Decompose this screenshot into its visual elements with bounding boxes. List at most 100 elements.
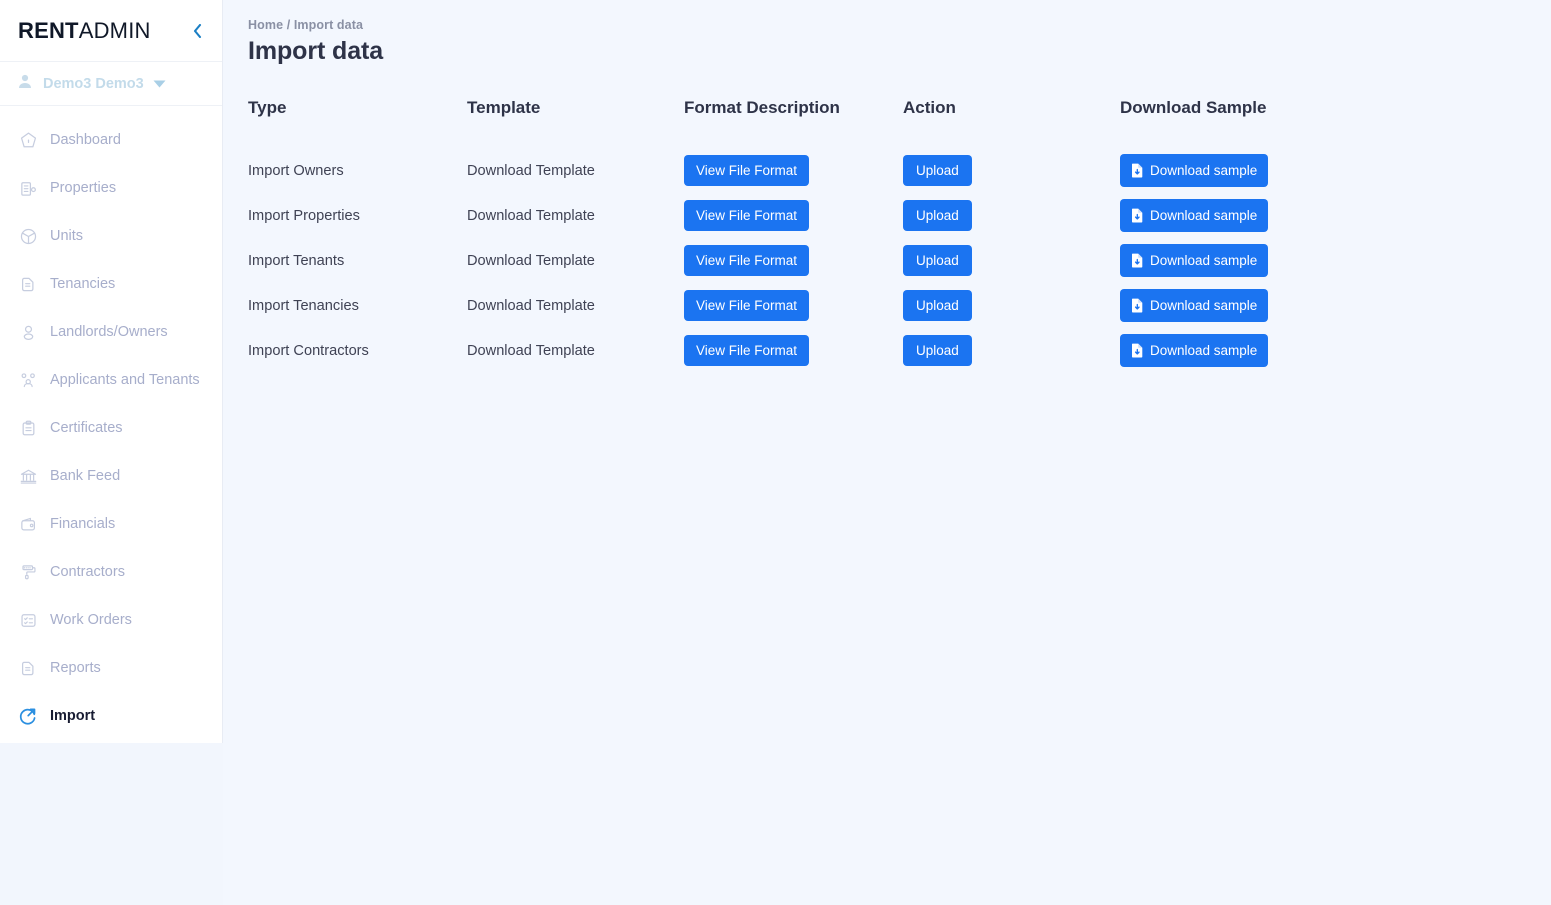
view-file-format-button[interactable]: View File Format	[684, 244, 810, 277]
download-sample-button[interactable]: Download sample	[1120, 334, 1269, 367]
sidebar-item-label: Certificates	[50, 420, 123, 436]
sidebar-item-label: Tenancies	[50, 276, 116, 292]
cell-action: Upload	[903, 289, 1120, 334]
sidebar-item-certificates[interactable]: Certificates	[0, 404, 222, 452]
sidebar-item-import[interactable]: Import	[0, 692, 222, 740]
sidebar-item-landlords-owners[interactable]: Landlords/Owners	[0, 308, 222, 356]
view-file-format-button[interactable]: View File Format	[684, 334, 810, 367]
bank-icon	[18, 466, 38, 486]
chevron-left-icon[interactable]	[186, 20, 208, 42]
cell-template: Download Template	[467, 289, 684, 334]
cell-download-sample: Download sample	[1120, 244, 1308, 289]
cell-action: Upload	[903, 154, 1120, 199]
app-root: RENTADMIN Demo3 Demo3 Dashboard Properti…	[0, 0, 1551, 905]
table-row: Import Properties Download Template View…	[248, 199, 1308, 244]
download-sample-button[interactable]: Download sample	[1120, 244, 1269, 277]
wallet-icon	[18, 514, 38, 534]
table-row: Import Tenants Download Template View Fi…	[248, 244, 1308, 289]
sidebar-item-label: Financials	[50, 516, 116, 532]
sidebar-item-contractors[interactable]: Contractors	[0, 548, 222, 596]
cell-template: Download Template	[467, 154, 684, 199]
upload-button[interactable]: Upload	[903, 199, 972, 232]
brand-logo[interactable]: RENTADMIN	[18, 18, 151, 44]
download-sample-label: Download sample	[1150, 297, 1258, 313]
sidebar-item-label: Units	[50, 228, 84, 244]
download-sample-label: Download sample	[1150, 252, 1258, 268]
sidebar-item-properties[interactable]: Properties	[0, 164, 222, 212]
column-header-template: Template	[467, 98, 541, 117]
upload-button[interactable]: Upload	[903, 289, 972, 322]
sidebar-header: RENTADMIN	[0, 0, 222, 62]
cell-template: Download Template	[467, 244, 684, 289]
download-template-link[interactable]: Download Template	[467, 208, 595, 224]
import-arrow-icon	[18, 706, 38, 726]
paint-roller-icon	[18, 562, 38, 582]
file-download-icon	[1131, 208, 1144, 223]
sidebar-item-reports[interactable]: Reports	[0, 644, 222, 692]
download-sample-button[interactable]: Download sample	[1120, 199, 1269, 232]
sidebar: RENTADMIN Demo3 Demo3 Dashboard Properti…	[0, 0, 223, 743]
download-template-link[interactable]: Download Template	[467, 298, 595, 314]
download-template-link[interactable]: Download Template	[467, 163, 595, 179]
breadcrumb[interactable]: Home / Import data	[248, 18, 1525, 32]
upload-button[interactable]: Upload	[903, 154, 972, 187]
cell-download-sample: Download sample	[1120, 199, 1308, 244]
download-sample-button[interactable]: Download sample	[1120, 289, 1269, 322]
upload-button[interactable]: Upload	[903, 244, 972, 277]
user-name-label: Demo3 Demo3	[43, 75, 144, 92]
view-file-format-button[interactable]: View File Format	[684, 289, 810, 322]
sidebar-item-work-orders[interactable]: Work Orders	[0, 596, 222, 644]
table-row: Import Contractors Download Template Vie…	[248, 334, 1308, 379]
file-download-icon	[1131, 253, 1144, 268]
cell-action: Upload	[903, 334, 1120, 379]
sidebar-item-units[interactable]: Units	[0, 212, 222, 260]
view-file-format-button[interactable]: View File Format	[684, 154, 810, 187]
cell-download-sample: Download sample	[1120, 289, 1308, 334]
column-header-action: Action	[903, 98, 956, 117]
sidebar-item-label: Work Orders	[50, 612, 132, 628]
page-title: Import data	[248, 37, 384, 65]
sidebar-item-financials[interactable]: Financials	[0, 500, 222, 548]
cell-type: Import Tenancies	[248, 289, 467, 334]
sidebar-item-tenancies[interactable]: Tenancies	[0, 260, 222, 308]
sidebar-item-label: Import	[50, 708, 96, 724]
cell-template: Download Template	[467, 334, 684, 379]
caret-down-icon	[153, 80, 166, 88]
cell-type: Import Properties	[248, 199, 467, 244]
table-body: Import Owners Download Template View Fil…	[248, 154, 1308, 379]
table-header: Type Template Format Description Action …	[248, 98, 1308, 154]
import-type-label: Import Owners	[248, 162, 344, 179]
users-group-icon	[18, 370, 38, 390]
sidebar-item-bank-feed[interactable]: Bank Feed	[0, 452, 222, 500]
sidebar-item-label: Applicants and Tenants	[50, 372, 200, 388]
brand-logo-bold: RENT	[18, 17, 79, 43]
sidebar-item-label: Landlords/Owners	[50, 324, 168, 340]
download-sample-button[interactable]: Download sample	[1120, 154, 1269, 187]
download-template-link[interactable]: Download Template	[467, 253, 595, 269]
cell-format-description: View File Format	[684, 199, 903, 244]
home-pentagon-icon	[18, 130, 38, 150]
file-download-icon	[1131, 298, 1144, 313]
sidebar-item-dashboard[interactable]: Dashboard	[0, 116, 222, 164]
table-header-row: Type Template Format Description Action …	[248, 98, 1308, 154]
sidebar-item-applicants-and-tenants[interactable]: Applicants and Tenants	[0, 356, 222, 404]
user-menu[interactable]: Demo3 Demo3	[0, 62, 222, 106]
import-type-label: Import Tenancies	[248, 297, 359, 314]
download-template-link[interactable]: Download Template	[467, 343, 595, 359]
upload-button[interactable]: Upload	[903, 334, 972, 367]
task-list-icon	[18, 610, 38, 630]
user-icon	[18, 322, 38, 342]
cell-format-description: View File Format	[684, 244, 903, 289]
view-file-format-button[interactable]: View File Format	[684, 199, 810, 232]
download-sample-label: Download sample	[1150, 342, 1258, 358]
table-row: Import Owners Download Template View Fil…	[248, 154, 1308, 199]
cell-format-description: View File Format	[684, 289, 903, 334]
sidebar-item-label: Properties	[50, 180, 117, 196]
cell-download-sample: Download sample	[1120, 154, 1308, 199]
download-sample-label: Download sample	[1150, 207, 1258, 223]
file-download-icon	[1131, 163, 1144, 178]
sidebar-item-label: Reports	[50, 660, 101, 676]
clipboard-icon	[18, 418, 38, 438]
import-table: Type Template Format Description Action …	[248, 98, 1308, 379]
main-content: Home / Import data Import data Type Temp…	[223, 0, 1551, 905]
